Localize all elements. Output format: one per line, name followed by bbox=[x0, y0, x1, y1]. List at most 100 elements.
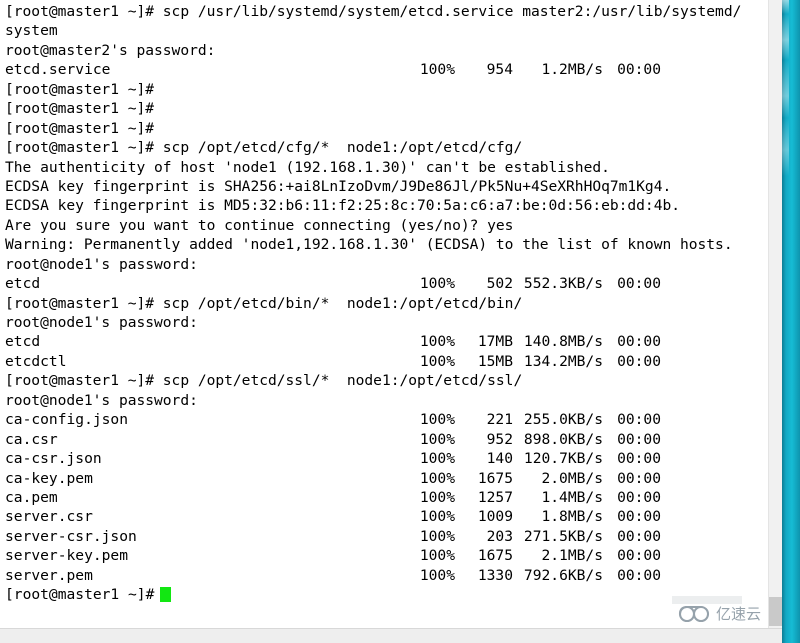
scp-transfer-row: etcd.service 100% 954 1.2MB/s 00:00 bbox=[5, 60, 768, 79]
terminal-line: The authenticity of host 'node1 (192.168… bbox=[5, 158, 610, 176]
transfer-eta: 00:00 bbox=[617, 488, 661, 506]
bottom-edge-strip bbox=[0, 628, 782, 643]
transfer-filename: etcd bbox=[5, 275, 41, 293]
transfer-percent: 100% bbox=[419, 430, 455, 448]
transfer-percent: 100% bbox=[419, 411, 455, 429]
transfer-filename: server-csr.json bbox=[5, 527, 137, 545]
terminal-line: [root@master1 ~]# scp /opt/etcd/ssl/* no… bbox=[5, 372, 523, 390]
transfer-rate: 120.7KB/s bbox=[523, 450, 603, 468]
scp-transfer-row: ca.csr 100% 952 898.0KB/s 00:00 bbox=[5, 430, 768, 449]
vertical-scrollbar-thumb[interactable] bbox=[769, 597, 782, 626]
cloud-logo-icon bbox=[678, 605, 710, 623]
transfer-filename: ca.csr bbox=[5, 430, 58, 448]
transfer-rate: 271.5KB/s bbox=[523, 527, 603, 545]
transfer-size: 954 bbox=[486, 61, 513, 79]
transfer-rate: 552.3KB/s bbox=[523, 275, 603, 293]
terminal-line: ECDSA key fingerprint is MD5:32:b6:11:f2… bbox=[5, 197, 680, 215]
terminal-line: root@node1's password: bbox=[5, 391, 198, 409]
transfer-eta: 00:00 bbox=[617, 352, 661, 370]
transfer-filename: server-key.pem bbox=[5, 547, 129, 565]
transfer-rate: 898.0KB/s bbox=[523, 430, 603, 448]
transfer-filename: etcd bbox=[5, 333, 41, 351]
transfer-rate: 2.0MB/s bbox=[541, 469, 603, 487]
transfer-eta: 00:00 bbox=[617, 411, 661, 429]
transfer-percent: 100% bbox=[419, 488, 455, 506]
transfer-size: 221 bbox=[486, 411, 513, 429]
transfer-filename: etcdctl bbox=[5, 352, 67, 370]
transfer-size: 17MB bbox=[477, 333, 513, 351]
watermark-label: 亿速云 bbox=[716, 604, 762, 623]
transfer-size: 1330 bbox=[477, 566, 513, 584]
transfer-eta: 00:00 bbox=[617, 547, 661, 565]
watermark-ghost-bar bbox=[672, 596, 742, 604]
transfer-filename: ca.pem bbox=[5, 488, 58, 506]
transfer-eta: 00:00 bbox=[617, 450, 661, 468]
transfer-size: 1009 bbox=[477, 508, 513, 526]
scp-transfer-row: server-csr.json 100% 203 271.5KB/s 00:00 bbox=[5, 527, 768, 546]
terminal-line: [root@master1 ~]# scp /opt/etcd/cfg/* no… bbox=[5, 139, 523, 157]
terminal-line: system bbox=[5, 22, 58, 40]
text-cursor-block bbox=[160, 587, 172, 603]
vertical-scrollbar-track[interactable] bbox=[768, 0, 782, 628]
transfer-filename: ca-key.pem bbox=[5, 469, 93, 487]
transfer-filename: server.pem bbox=[5, 566, 93, 584]
transfer-eta: 00:00 bbox=[617, 333, 661, 351]
scp-transfer-row: etcd 100% 17MB 140.8MB/s 00:00 bbox=[5, 332, 768, 351]
transfer-percent: 100% bbox=[419, 527, 455, 545]
active-prompt-line[interactable]: [root@master1 ~]# bbox=[5, 585, 768, 604]
transfer-rate: 792.6KB/s bbox=[523, 566, 603, 584]
terminal-line: root@master2's password: bbox=[5, 41, 216, 59]
transfer-eta: 00:00 bbox=[617, 508, 661, 526]
transfer-size: 952 bbox=[486, 430, 513, 448]
transfer-size: 140 bbox=[486, 450, 513, 468]
transfer-percent: 100% bbox=[419, 566, 455, 584]
terminal-line: [root@master1 ~]# scp /opt/etcd/bin/* no… bbox=[5, 294, 523, 312]
scp-transfer-row: etcd 100% 502 552.3KB/s 00:00 bbox=[5, 274, 768, 293]
transfer-size: 203 bbox=[486, 527, 513, 545]
terminal-line: root@node1's password: bbox=[5, 255, 198, 273]
transfer-rate: 1.2MB/s bbox=[541, 61, 603, 79]
right-edge-decorative-band bbox=[782, 0, 800, 643]
transfer-filename: ca-config.json bbox=[5, 411, 129, 429]
transfer-eta: 00:00 bbox=[617, 275, 661, 293]
terminal-line: root@node1's password: bbox=[5, 314, 198, 331]
transfer-eta: 00:00 bbox=[617, 527, 661, 545]
scp-transfer-row: ca-config.json 100% 221 255.0KB/s 00:00 bbox=[5, 410, 768, 429]
transfer-rate: 134.2MB/s bbox=[523, 352, 603, 370]
site-watermark: 亿速云 bbox=[678, 605, 761, 623]
transfer-filename: etcd.service bbox=[5, 61, 111, 79]
transfer-eta: 00:00 bbox=[617, 61, 661, 79]
transfer-rate: 1.8MB/s bbox=[541, 508, 603, 526]
transfer-rate: 140.8MB/s bbox=[523, 333, 603, 351]
scp-transfer-row: ca-csr.json 100% 140 120.7KB/s 00:00 bbox=[5, 449, 768, 468]
terminal-line: [root@master1 ~]# bbox=[5, 119, 155, 137]
terminal-output-pane[interactable]: [root@master1 ~]# scp /usr/lib/systemd/s… bbox=[0, 0, 768, 628]
transfer-eta: 00:00 bbox=[617, 469, 661, 487]
scp-transfer-row: server.pem 100% 1330 792.6KB/s 00:00 bbox=[5, 566, 768, 585]
transfer-filename: ca-csr.json bbox=[5, 450, 102, 468]
transfer-size: 1675 bbox=[477, 547, 513, 565]
scp-transfer-row: server.csr 100% 1009 1.8MB/s 00:00 bbox=[5, 507, 768, 526]
terminal-line: [root@master1 ~]# bbox=[5, 80, 155, 98]
transfer-rate: 1.4MB/s bbox=[541, 488, 603, 506]
terminal-line: [root@master1 ~]# scp /usr/lib/systemd/s… bbox=[5, 3, 742, 20]
transfer-eta: 00:00 bbox=[617, 430, 661, 448]
scp-transfer-row: server-key.pem 100% 1675 2.1MB/s 00:00 bbox=[5, 546, 768, 565]
terminal-line: Warning: Permanently added 'node1,192.16… bbox=[5, 236, 733, 254]
transfer-percent: 100% bbox=[419, 547, 455, 565]
scp-transfer-row: ca.pem 100% 1257 1.4MB/s 00:00 bbox=[5, 488, 768, 507]
transfer-size: 1675 bbox=[477, 469, 513, 487]
transfer-percent: 100% bbox=[419, 469, 455, 487]
transfer-size: 15MB bbox=[477, 352, 513, 370]
scp-transfer-row: ca-key.pem 100% 1675 2.0MB/s 00:00 bbox=[5, 469, 768, 488]
transfer-percent: 100% bbox=[419, 275, 455, 293]
shell-prompt-text: [root@master1 ~]# bbox=[5, 586, 155, 604]
transfer-filename: server.csr bbox=[5, 508, 93, 526]
transfer-percent: 100% bbox=[419, 61, 455, 79]
transfer-eta: 00:00 bbox=[617, 566, 661, 584]
terminal-line: Are you sure you want to continue connec… bbox=[5, 216, 514, 234]
transfer-rate: 2.1MB/s bbox=[541, 547, 603, 565]
scp-transfer-row: etcdctl 100% 15MB 134.2MB/s 00:00 bbox=[5, 352, 768, 371]
transfer-percent: 100% bbox=[419, 450, 455, 468]
transfer-size: 502 bbox=[486, 275, 513, 293]
